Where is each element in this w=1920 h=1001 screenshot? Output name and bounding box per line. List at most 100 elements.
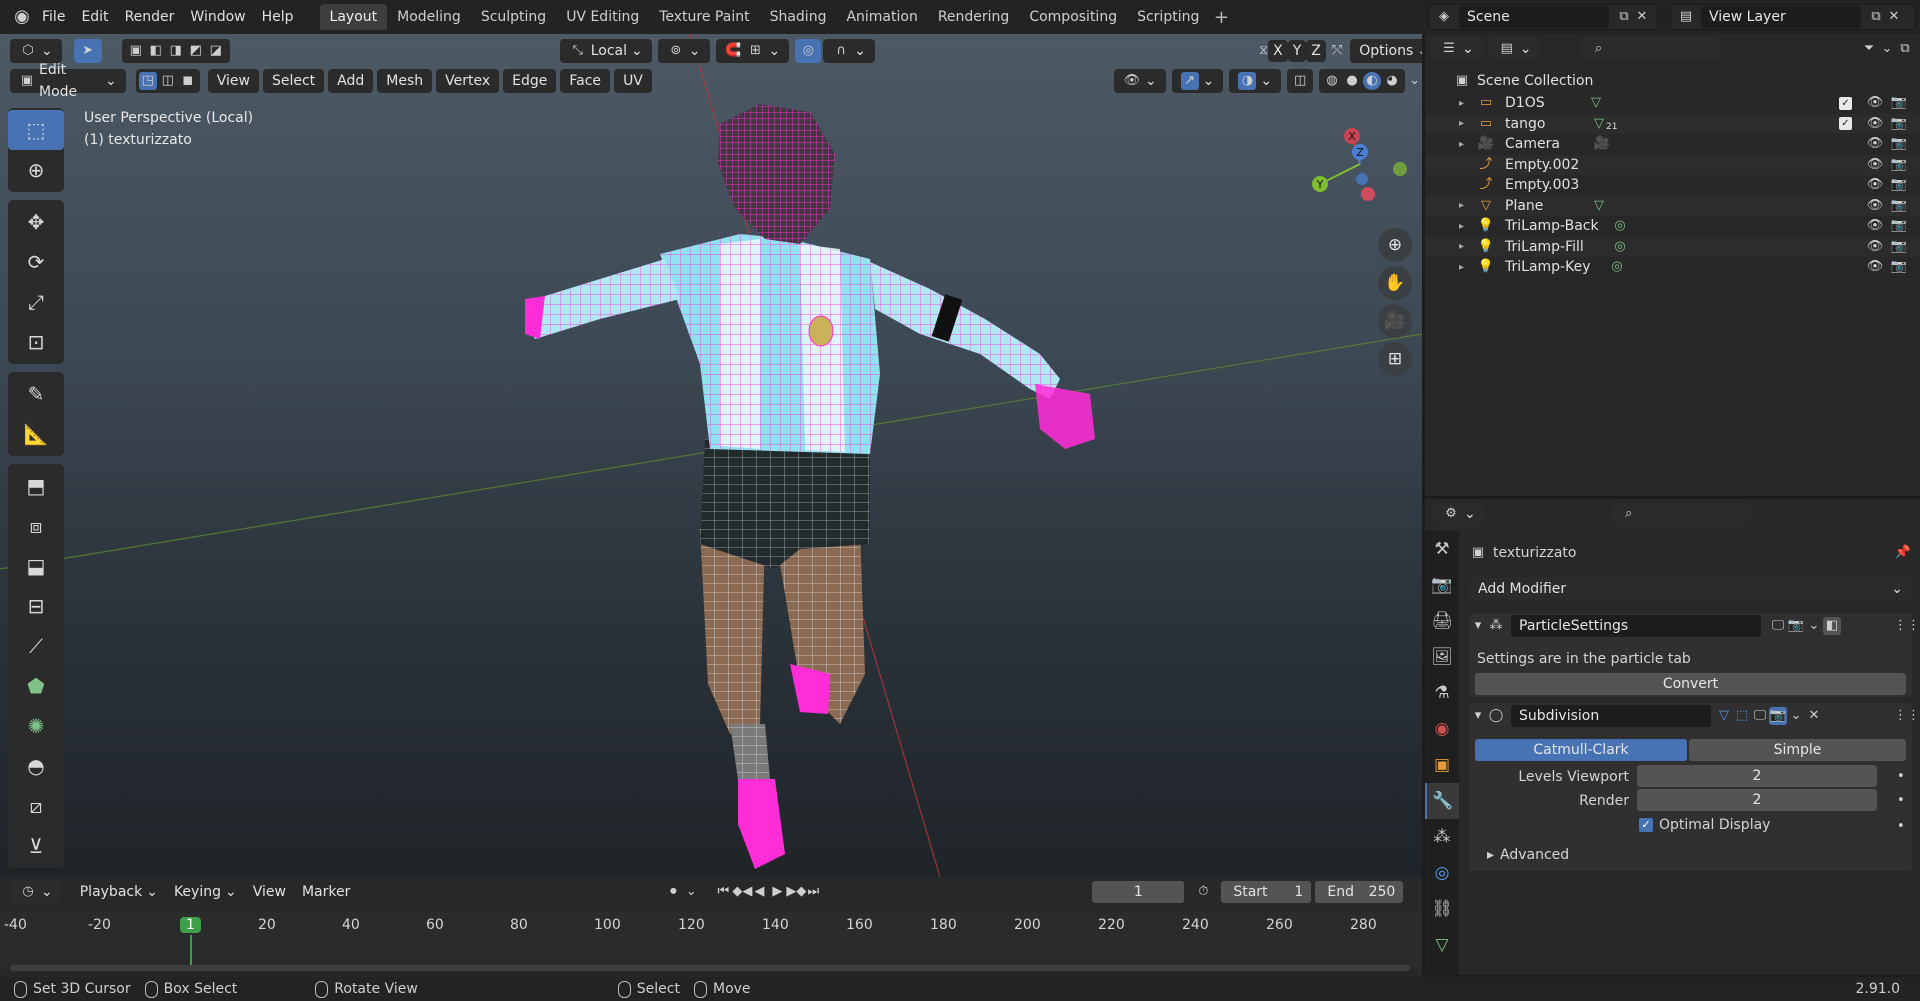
ortho-toggle-icon[interactable]: ⊞: [1378, 342, 1412, 376]
display-mode-dropdown[interactable]: ▤ ⌄: [1488, 37, 1541, 61]
modifier-dropdown-icon[interactable]: ⌄: [1805, 617, 1823, 635]
outliner-item-camera[interactable]: ▸ 🎥 Camera 🎥 👁 📷: [1425, 134, 1920, 154]
collapse-arrow-icon[interactable]: ▾: [1469, 707, 1487, 725]
menu-render[interactable]: Render: [117, 0, 183, 34]
tab-texture-paint[interactable]: Texture Paint: [649, 4, 759, 30]
jump-start-icon[interactable]: ⏮: [714, 883, 732, 901]
scene-name-field[interactable]: Scene: [1459, 6, 1609, 28]
object-tab-icon[interactable]: ▣: [1425, 747, 1459, 783]
exclude-checkbox[interactable]: ✓: [1839, 117, 1852, 130]
exclude-checkbox[interactable]: ✓: [1839, 96, 1852, 110]
menu-help[interactable]: Help: [254, 0, 302, 34]
play-reverse-icon[interactable]: ◀: [750, 883, 768, 901]
tab-rendering[interactable]: Rendering: [928, 4, 1020, 30]
tab-layout[interactable]: Layout: [319, 4, 388, 30]
camera-render-icon[interactable]: 📷: [1890, 176, 1908, 194]
filter-dropdown-icon[interactable]: ⌄: [1878, 40, 1896, 58]
subdivision-modifier-name[interactable]: Subdivision: [1511, 705, 1711, 727]
render-display-icon[interactable]: 📷: [1769, 707, 1787, 725]
new-view-layer-icon[interactable]: ⧉: [1867, 8, 1885, 26]
camera-render-icon[interactable]: 📷: [1890, 217, 1908, 235]
tab-shading[interactable]: Shading: [760, 4, 837, 30]
camera-render-icon[interactable]: 📷: [1890, 197, 1908, 215]
expand-arrow-icon[interactable]: ▸: [1459, 98, 1464, 109]
use-preview-range-icon[interactable]: ⏱: [1194, 883, 1212, 901]
timeline-view-menu[interactable]: View: [245, 880, 294, 904]
expand-arrow-icon[interactable]: ▸: [1459, 139, 1464, 150]
view-layer-name-field[interactable]: View Layer: [1701, 6, 1861, 28]
eye-icon[interactable]: 👁: [1866, 238, 1884, 256]
optimal-display-checkbox[interactable]: ✓: [1639, 818, 1653, 832]
eye-icon[interactable]: 👁: [1866, 176, 1884, 194]
delete-view-layer-icon[interactable]: ✕: [1885, 8, 1903, 26]
data-tab-icon[interactable]: ▽: [1425, 927, 1459, 963]
outliner-search[interactable]: ⌕: [1580, 37, 1721, 61]
next-keyframe-icon[interactable]: ▶◆: [786, 883, 806, 901]
outliner-root[interactable]: ▣ Scene Collection: [1425, 68, 1920, 93]
modifier-tab-icon[interactable]: 🔧: [1425, 783, 1459, 819]
light-data-icon[interactable]: ◎: [1611, 238, 1629, 256]
zoom-icon[interactable]: ⊕: [1378, 228, 1412, 262]
timeline-editor-type-button[interactable]: ◷ ⌄: [10, 880, 62, 904]
convert-button[interactable]: Convert: [1475, 673, 1906, 695]
advanced-subpanel[interactable]: ▸ Advanced: [1487, 847, 1569, 863]
remove-modifier-icon[interactable]: ✕: [1805, 707, 1823, 725]
timeline-scrollbar[interactable]: [10, 965, 1410, 971]
tab-sculpting[interactable]: Sculpting: [471, 4, 556, 30]
outliner-item-empty-002[interactable]: ⤴ Empty.002 👁 📷: [1425, 154, 1920, 175]
tab-uv-editing[interactable]: UV Editing: [556, 4, 649, 30]
camera-view-icon[interactable]: 🎥: [1378, 304, 1412, 338]
properties-editor-type-button[interactable]: ⚙ ⌄: [1433, 502, 1485, 526]
current-frame-field[interactable]: 1: [1092, 881, 1185, 903]
playhead-line[interactable]: [190, 935, 192, 969]
catmull-clark-option[interactable]: Catmull-Clark: [1475, 739, 1687, 761]
mesh-icon[interactable]: ▽: [1587, 94, 1605, 112]
camera-render-icon[interactable]: 📷: [1890, 156, 1908, 174]
render-levels-field[interactable]: 2: [1637, 789, 1877, 811]
levels-viewport-field[interactable]: 2: [1637, 765, 1877, 787]
properties-search[interactable]: ⌕: [1610, 502, 1751, 526]
viewport-display-icon[interactable]: 🖵: [1751, 707, 1769, 725]
record-icon[interactable]: ⏺: [664, 883, 682, 901]
edit-mode-display-icon[interactable]: 🖵: [1769, 617, 1787, 635]
scene-tab-icon[interactable]: ⚗: [1425, 675, 1459, 711]
expand-arrow-icon[interactable]: ▸: [1459, 262, 1464, 273]
outliner-item-trilamp-back[interactable]: ▸ 💡 TriLamp-Back ◎ 👁 📷: [1425, 216, 1920, 236]
new-scene-icon[interactable]: ⧉: [1615, 8, 1633, 26]
on-cage-icon[interactable]: ▽: [1715, 707, 1733, 725]
outliner-item-plane[interactable]: ▸ ▽ Plane ▽ 👁 📷: [1425, 195, 1920, 216]
eye-icon[interactable]: 👁: [1866, 135, 1884, 153]
play-icon[interactable]: ▶: [768, 883, 786, 901]
expand-arrow-icon[interactable]: ▸: [1459, 221, 1464, 232]
keying-menu[interactable]: Keying ⌄: [166, 880, 245, 904]
camera-render-icon[interactable]: 📷: [1890, 94, 1908, 112]
outliner-item-trilamp-key[interactable]: ▸ 💡 TriLamp-Key ◎ 👁 📷: [1425, 257, 1920, 277]
tab-modeling[interactable]: Modeling: [387, 4, 471, 30]
drag-handle-icon[interactable]: ⋮⋮: [1894, 707, 1920, 725]
menu-file[interactable]: File: [34, 0, 73, 34]
navigation-gizmo[interactable]: X Z Y: [1300, 114, 1420, 224]
filter-icon[interactable]: ⏷: [1860, 40, 1878, 58]
pin-icon[interactable]: 📌: [1894, 544, 1912, 562]
new-collection-icon[interactable]: ⧉: [1896, 40, 1914, 58]
tab-compositing[interactable]: Compositing: [1019, 4, 1127, 30]
outliner-item-tango[interactable]: ▸ ▭ tango ▽ 21 ✓ 👁 📷: [1425, 113, 1920, 134]
output-tab-icon[interactable]: 🖨: [1425, 603, 1459, 639]
expand-arrow-icon[interactable]: ▸: [1459, 118, 1464, 129]
particles-tab-icon[interactable]: ⁂: [1425, 819, 1459, 855]
toggle-icon[interactable]: ◧: [1823, 617, 1841, 635]
animate-dot-icon[interactable]: •: [1897, 819, 1905, 834]
pan-hand-icon[interactable]: ✋: [1378, 266, 1412, 300]
light-data-icon[interactable]: ◎: [1608, 258, 1626, 276]
prev-keyframe-icon[interactable]: ◆◀: [732, 883, 752, 901]
collapse-arrow-icon[interactable]: ▾: [1469, 617, 1487, 635]
playback-menu[interactable]: Playback ⌄: [72, 880, 166, 904]
eye-icon[interactable]: 👁: [1866, 258, 1884, 276]
tool-tab-icon[interactable]: ⚒: [1425, 531, 1459, 567]
light-data-icon[interactable]: ◎: [1611, 217, 1629, 235]
outliner-item-empty-003[interactable]: ⤴ Empty.003 👁 📷: [1425, 175, 1920, 195]
animate-dot-icon[interactable]: •: [1897, 769, 1905, 784]
marker-menu[interactable]: Marker: [294, 880, 358, 904]
particle-modifier-name[interactable]: ParticleSettings: [1511, 615, 1761, 637]
camera-data-icon[interactable]: 🎥: [1593, 135, 1611, 153]
